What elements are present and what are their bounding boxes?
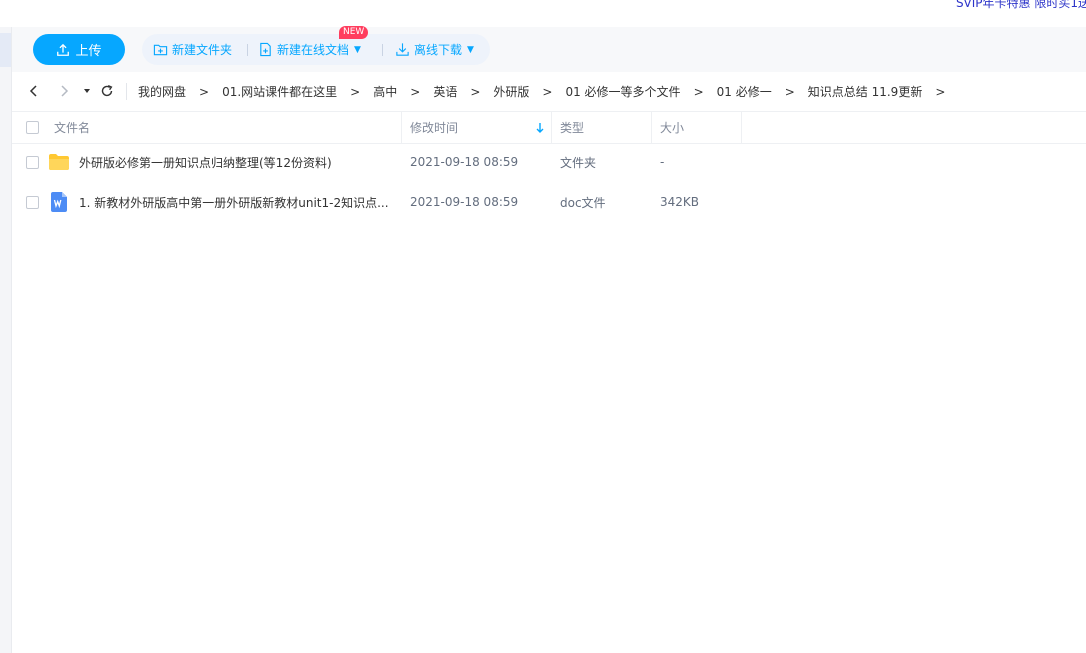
breadcrumb-item[interactable]: 高中 (373, 83, 397, 100)
file-size: - (660, 155, 665, 169)
new-folder-label: 新建文件夹 (172, 43, 233, 57)
column-header-label: 文件名 (54, 121, 91, 135)
offline-download-label: 离线下载 (414, 43, 463, 57)
file-name[interactable]: 外研版必修第一册知识点归纳整理(等12份资料) (79, 142, 332, 182)
breadcrumb-current[interactable]: 知识点总结 11.9更新 (808, 83, 923, 100)
new-folder-icon (153, 44, 168, 56)
offline-download-button[interactable]: 离线下载 ▼ (395, 34, 474, 65)
column-header-label: 修改时间 (410, 121, 459, 135)
select-all-checkbox[interactable] (26, 121, 39, 134)
breadcrumb-separator: > (410, 84, 421, 99)
svip-promo-link[interactable]: SVIP年卡特惠 限时买1送 (956, 0, 1086, 11)
new-badge: NEW (339, 26, 369, 39)
column-header-label: 类型 (560, 121, 585, 135)
breadcrumb-separator: > (542, 84, 553, 99)
word-doc-icon (51, 182, 67, 222)
breadcrumb-separator: > (350, 84, 361, 99)
breadcrumb: 我的网盘 > 01.网站课件都在这里 > 高中 > 英语 > 外研版 > 01 … (138, 72, 958, 111)
breadcrumb-item[interactable]: 01.网站课件都在这里 (222, 83, 337, 100)
sort-descending-icon[interactable] (535, 122, 545, 134)
column-header-modified[interactable]: 修改时间 (410, 112, 458, 143)
table-row[interactable]: 外研版必修第一册知识点归纳整理(等12份资料) 2021-09-18 08:59… (12, 142, 1086, 182)
chevron-down-icon: ▼ (467, 44, 474, 55)
column-divider (741, 112, 742, 143)
table-row[interactable]: 1. 新教材外研版高中第一册外研版新教材unit1-2知识点... 2021-0… (12, 182, 1086, 222)
file-table-header: 文件名 修改时间 类型 大小 (12, 111, 1086, 144)
column-header-size[interactable]: 大小 (660, 112, 684, 143)
upload-button[interactable]: 上传 (33, 34, 125, 65)
breadcrumb-separator: > (935, 84, 946, 99)
chevron-right-icon (61, 85, 69, 97)
forward-button[interactable] (55, 82, 73, 100)
modified-time: 2021-09-18 08:59 (410, 155, 519, 169)
breadcrumb-separator: > (693, 84, 704, 99)
column-header-type[interactable]: 类型 (560, 112, 584, 143)
new-doc-icon (260, 42, 271, 57)
toolbar: 上传 新建文件夹 新建在线文档 ▼ NEW 离线下载 ▼ (12, 26, 1086, 73)
upload-icon (57, 43, 70, 56)
upload-label: 上传 (75, 44, 102, 59)
caret-down-icon (84, 89, 90, 93)
breadcrumb-item[interactable]: 我的网盘 (138, 83, 186, 100)
navigation-bar: 我的网盘 > 01.网站课件都在这里 > 高中 > 英语 > 外研版 > 01 … (12, 72, 1086, 111)
file-type: doc文件 (560, 195, 606, 210)
new-folder-button[interactable]: 新建文件夹 (153, 34, 232, 65)
column-divider (551, 112, 552, 143)
left-sidebar-strip (0, 27, 12, 653)
column-header-label: 大小 (660, 121, 685, 135)
breadcrumb-separator: > (784, 84, 795, 99)
modified-time: 2021-09-18 08:59 (410, 195, 519, 209)
breadcrumb-separator: > (470, 84, 481, 99)
new-doc-label: 新建在线文档 (277, 43, 350, 57)
folder-icon (49, 142, 69, 182)
refresh-icon (101, 84, 113, 97)
top-band (0, 0, 1086, 27)
breadcrumb-item[interactable]: 外研版 (493, 83, 529, 100)
file-size: 342KB (660, 195, 700, 209)
row-checkbox[interactable] (26, 196, 39, 209)
column-divider (401, 112, 402, 143)
nav-divider (126, 83, 127, 100)
file-name[interactable]: 1. 新教材外研版高中第一册外研版新教材unit1-2知识点... (79, 182, 389, 222)
toolbar-divider (382, 44, 383, 56)
back-button[interactable] (25, 82, 43, 100)
toolbar-action-group: 新建文件夹 新建在线文档 ▼ NEW 离线下载 ▼ (142, 26, 490, 65)
breadcrumb-item[interactable]: 01 必修一 (717, 83, 772, 100)
column-divider (651, 112, 652, 143)
download-icon (396, 43, 409, 56)
chevron-left-icon (29, 85, 37, 97)
toolbar-divider (247, 44, 248, 56)
sidebar-active-item[interactable] (0, 33, 11, 67)
file-type: 文件夹 (560, 155, 597, 170)
history-dropdown[interactable] (78, 82, 96, 100)
refresh-button[interactable] (98, 82, 116, 100)
row-checkbox[interactable] (26, 156, 39, 169)
breadcrumb-item[interactable]: 英语 (433, 83, 457, 100)
breadcrumb-separator: > (199, 84, 210, 99)
chevron-down-icon: ▼ (354, 44, 361, 55)
column-header-name[interactable]: 文件名 (54, 112, 90, 143)
breadcrumb-item[interactable]: 01 必修一等多个文件 (565, 83, 680, 100)
